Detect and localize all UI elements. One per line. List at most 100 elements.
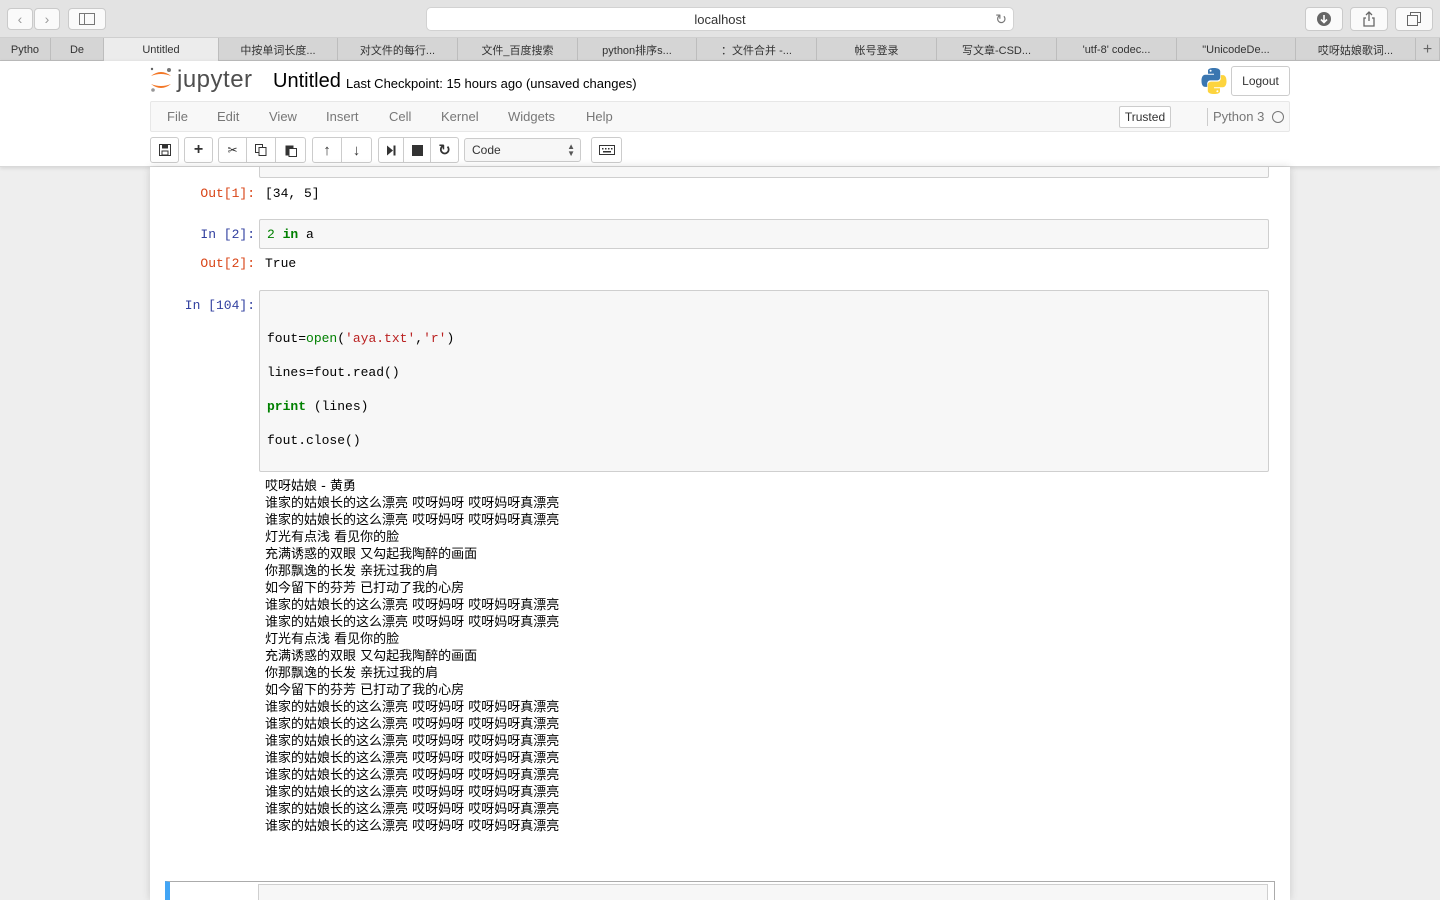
- forward-button[interactable]: ›: [34, 8, 60, 30]
- output-line: 谁家的姑娘长的这么漂亮 哎呀妈呀 哎呀妈呀真漂亮: [265, 598, 560, 613]
- input-prompt: In [2]:: [200, 227, 255, 242]
- code-cell-input[interactable]: [258, 884, 1268, 900]
- copy-button[interactable]: [246, 137, 276, 163]
- arrow-down-icon: ↓: [352, 141, 361, 159]
- browser-tab[interactable]: 文件_百度搜索: [458, 38, 578, 61]
- output-line: 谁家的姑娘长的这么漂亮 哎呀妈呀 哎呀妈呀真漂亮: [265, 615, 560, 630]
- output-line: 如今留下的芬芳 已打动了我的心房: [265, 581, 465, 596]
- tab-label: 中按单词长度...: [240, 44, 316, 57]
- tab-bar: Pytho De Untitled 中按单词长度... 对文件的每行... 文件…: [0, 38, 1440, 61]
- output-line: 你那飘逸的长发 亲抚过我的肩: [265, 564, 439, 579]
- code-line: print (lines): [267, 399, 369, 414]
- browser-tab[interactable]: 帐号登录: [817, 38, 937, 61]
- output-line: 充满诱惑的双眼 又勾起我陶醉的画面: [265, 547, 478, 562]
- menu-kernel[interactable]: Kernel: [441, 109, 479, 124]
- kernel-idle-icon: [1272, 111, 1284, 123]
- browser-tab[interactable]: De: [51, 38, 104, 61]
- output-text: True: [265, 256, 297, 271]
- tabs-overview-button[interactable]: [1395, 7, 1433, 31]
- menu-cell[interactable]: Cell: [389, 109, 411, 124]
- menu-file[interactable]: File: [167, 109, 188, 124]
- kernel-divider: [1207, 108, 1208, 126]
- stdout-output: 哎呀姑娘 - 黄勇 谁家的姑娘长的这么漂亮 哎呀妈呀 哎呀妈呀真漂亮 谁家的姑娘…: [265, 478, 559, 835]
- insert-cell-button[interactable]: +: [184, 137, 213, 163]
- menu-insert[interactable]: Insert: [326, 109, 359, 124]
- refresh-icon: ↻: [438, 142, 451, 159]
- tab-label: 对文件的每行...: [359, 44, 436, 57]
- paste-icon: [285, 145, 297, 157]
- run-cell-button[interactable]: [378, 137, 404, 163]
- stop-icon: [411, 144, 423, 156]
- checkpoint-status: Last Checkpoint: 15 hours ago (unsaved c…: [346, 76, 637, 91]
- output-line: 谁家的姑娘长的这么漂亮 哎呀妈呀 哎呀妈呀真漂亮: [265, 785, 560, 800]
- restart-kernel-button[interactable]: ↻: [430, 137, 459, 163]
- browser-tab[interactable]: 哎呀姑娘歌词...: [1296, 38, 1416, 61]
- keyboard-icon: [598, 145, 615, 155]
- output-text: [34, 5]: [265, 186, 320, 201]
- output-prompt: Out[2]:: [200, 256, 255, 271]
- output-line: 谁家的姑娘长的这么漂亮 哎呀妈呀 哎呀妈呀真漂亮: [265, 819, 560, 834]
- browser-toolbar: ‹ › localhost ↻: [0, 0, 1440, 38]
- jupyter-logo-text: jupyter: [177, 66, 253, 93]
- output-prompt: Out[1]:: [200, 186, 255, 201]
- browser-tab[interactable]: Pytho: [0, 38, 51, 61]
- plus-icon: +: [193, 141, 204, 158]
- new-tab-button[interactable]: +: [1416, 38, 1440, 61]
- menu-help[interactable]: Help: [586, 109, 613, 124]
- kernel-name: Python 3: [1213, 109, 1265, 124]
- code-cell-input[interactable]: [259, 167, 1269, 178]
- python-logo-icon: [1201, 68, 1227, 94]
- output-line: 灯光有点浅 看见你的脸: [265, 632, 400, 647]
- browser-tab[interactable]: 对文件的每行...: [338, 38, 458, 61]
- browser-tab[interactable]: 中按单词长度...: [219, 38, 338, 61]
- floppy-icon: [158, 144, 171, 156]
- tab-label: 帐号登录: [854, 44, 899, 57]
- menu-edit[interactable]: Edit: [217, 109, 239, 124]
- paste-button[interactable]: [275, 137, 306, 163]
- download-icon: [1317, 12, 1331, 26]
- selected-code-cell[interactable]: [165, 881, 1275, 900]
- tab-label: Untitled: [142, 43, 180, 56]
- menu-view[interactable]: View: [269, 109, 297, 124]
- back-button[interactable]: ‹: [7, 8, 33, 30]
- reload-icon[interactable]: ↻: [995, 11, 1007, 28]
- cell-type-select[interactable]: Code ▲ ▼: [464, 138, 581, 162]
- move-up-button[interactable]: ↑: [312, 137, 342, 163]
- browser-tab[interactable]: python排序s...: [578, 38, 697, 61]
- trusted-indicator[interactable]: Trusted: [1119, 106, 1171, 128]
- downloads-button[interactable]: [1305, 7, 1343, 31]
- output-line: 谁家的姑娘长的这么漂亮 哎呀妈呀 哎呀妈呀真漂亮: [265, 734, 560, 749]
- tab-label: 哎呀姑娘歌词...: [1317, 44, 1394, 57]
- output-line: 你那飘逸的长发 亲抚过我的肩: [265, 666, 439, 681]
- jupyter-logo[interactable]: jupyter: [149, 66, 253, 94]
- save-button[interactable]: [150, 137, 179, 163]
- tab-label: De: [69, 43, 85, 56]
- output-line: 谁家的姑娘长的这么漂亮 哎呀妈呀 哎呀妈呀真漂亮: [265, 513, 560, 528]
- tabs-icon: [1407, 12, 1421, 26]
- menu-widgets[interactable]: Widgets: [508, 109, 555, 124]
- code-cell-input[interactable]: 2 in a: [259, 219, 1269, 249]
- notebook-name[interactable]: Untitled: [273, 70, 341, 93]
- browser-tab[interactable]: "UnicodeDe...: [1177, 38, 1296, 61]
- interrupt-button[interactable]: [403, 137, 431, 163]
- notebook-container: Out[1]: [34, 5] In [2]: 2 in a Out[2]: T…: [150, 167, 1290, 900]
- browser-tab[interactable]: 写文章-CSD...: [937, 38, 1057, 61]
- logout-button[interactable]: Logout: [1231, 66, 1290, 96]
- sidebar-toggle-button[interactable]: [68, 8, 106, 30]
- code-line: fout=open('aya.txt','r'): [267, 331, 455, 346]
- code-line: 2 in a: [267, 227, 314, 242]
- cut-button[interactable]: ✂: [218, 137, 247, 163]
- command-palette-button[interactable]: [591, 137, 622, 163]
- code-line: lines=fout.read(): [267, 365, 400, 380]
- code-cell-input[interactable]: fout=open('aya.txt','r') lines=fout.read…: [259, 290, 1269, 472]
- browser-tab[interactable]: 'utf-8' codec...: [1057, 38, 1177, 61]
- scissors-icon: ✂: [227, 143, 238, 157]
- share-button[interactable]: [1350, 7, 1388, 31]
- browser-tab-active[interactable]: Untitled: [104, 38, 219, 61]
- output-line: 如今留下的芬芳 已打动了我的心房: [265, 683, 465, 698]
- move-down-button[interactable]: ↓: [341, 137, 372, 163]
- browser-tab[interactable]: ：文件合并 -...: [697, 38, 817, 61]
- arrow-up-icon: ↑: [323, 141, 331, 159]
- output-line: 充满诱惑的双眼 又勾起我陶醉的画面: [265, 649, 478, 664]
- address-bar[interactable]: localhost ↻: [426, 7, 1014, 31]
